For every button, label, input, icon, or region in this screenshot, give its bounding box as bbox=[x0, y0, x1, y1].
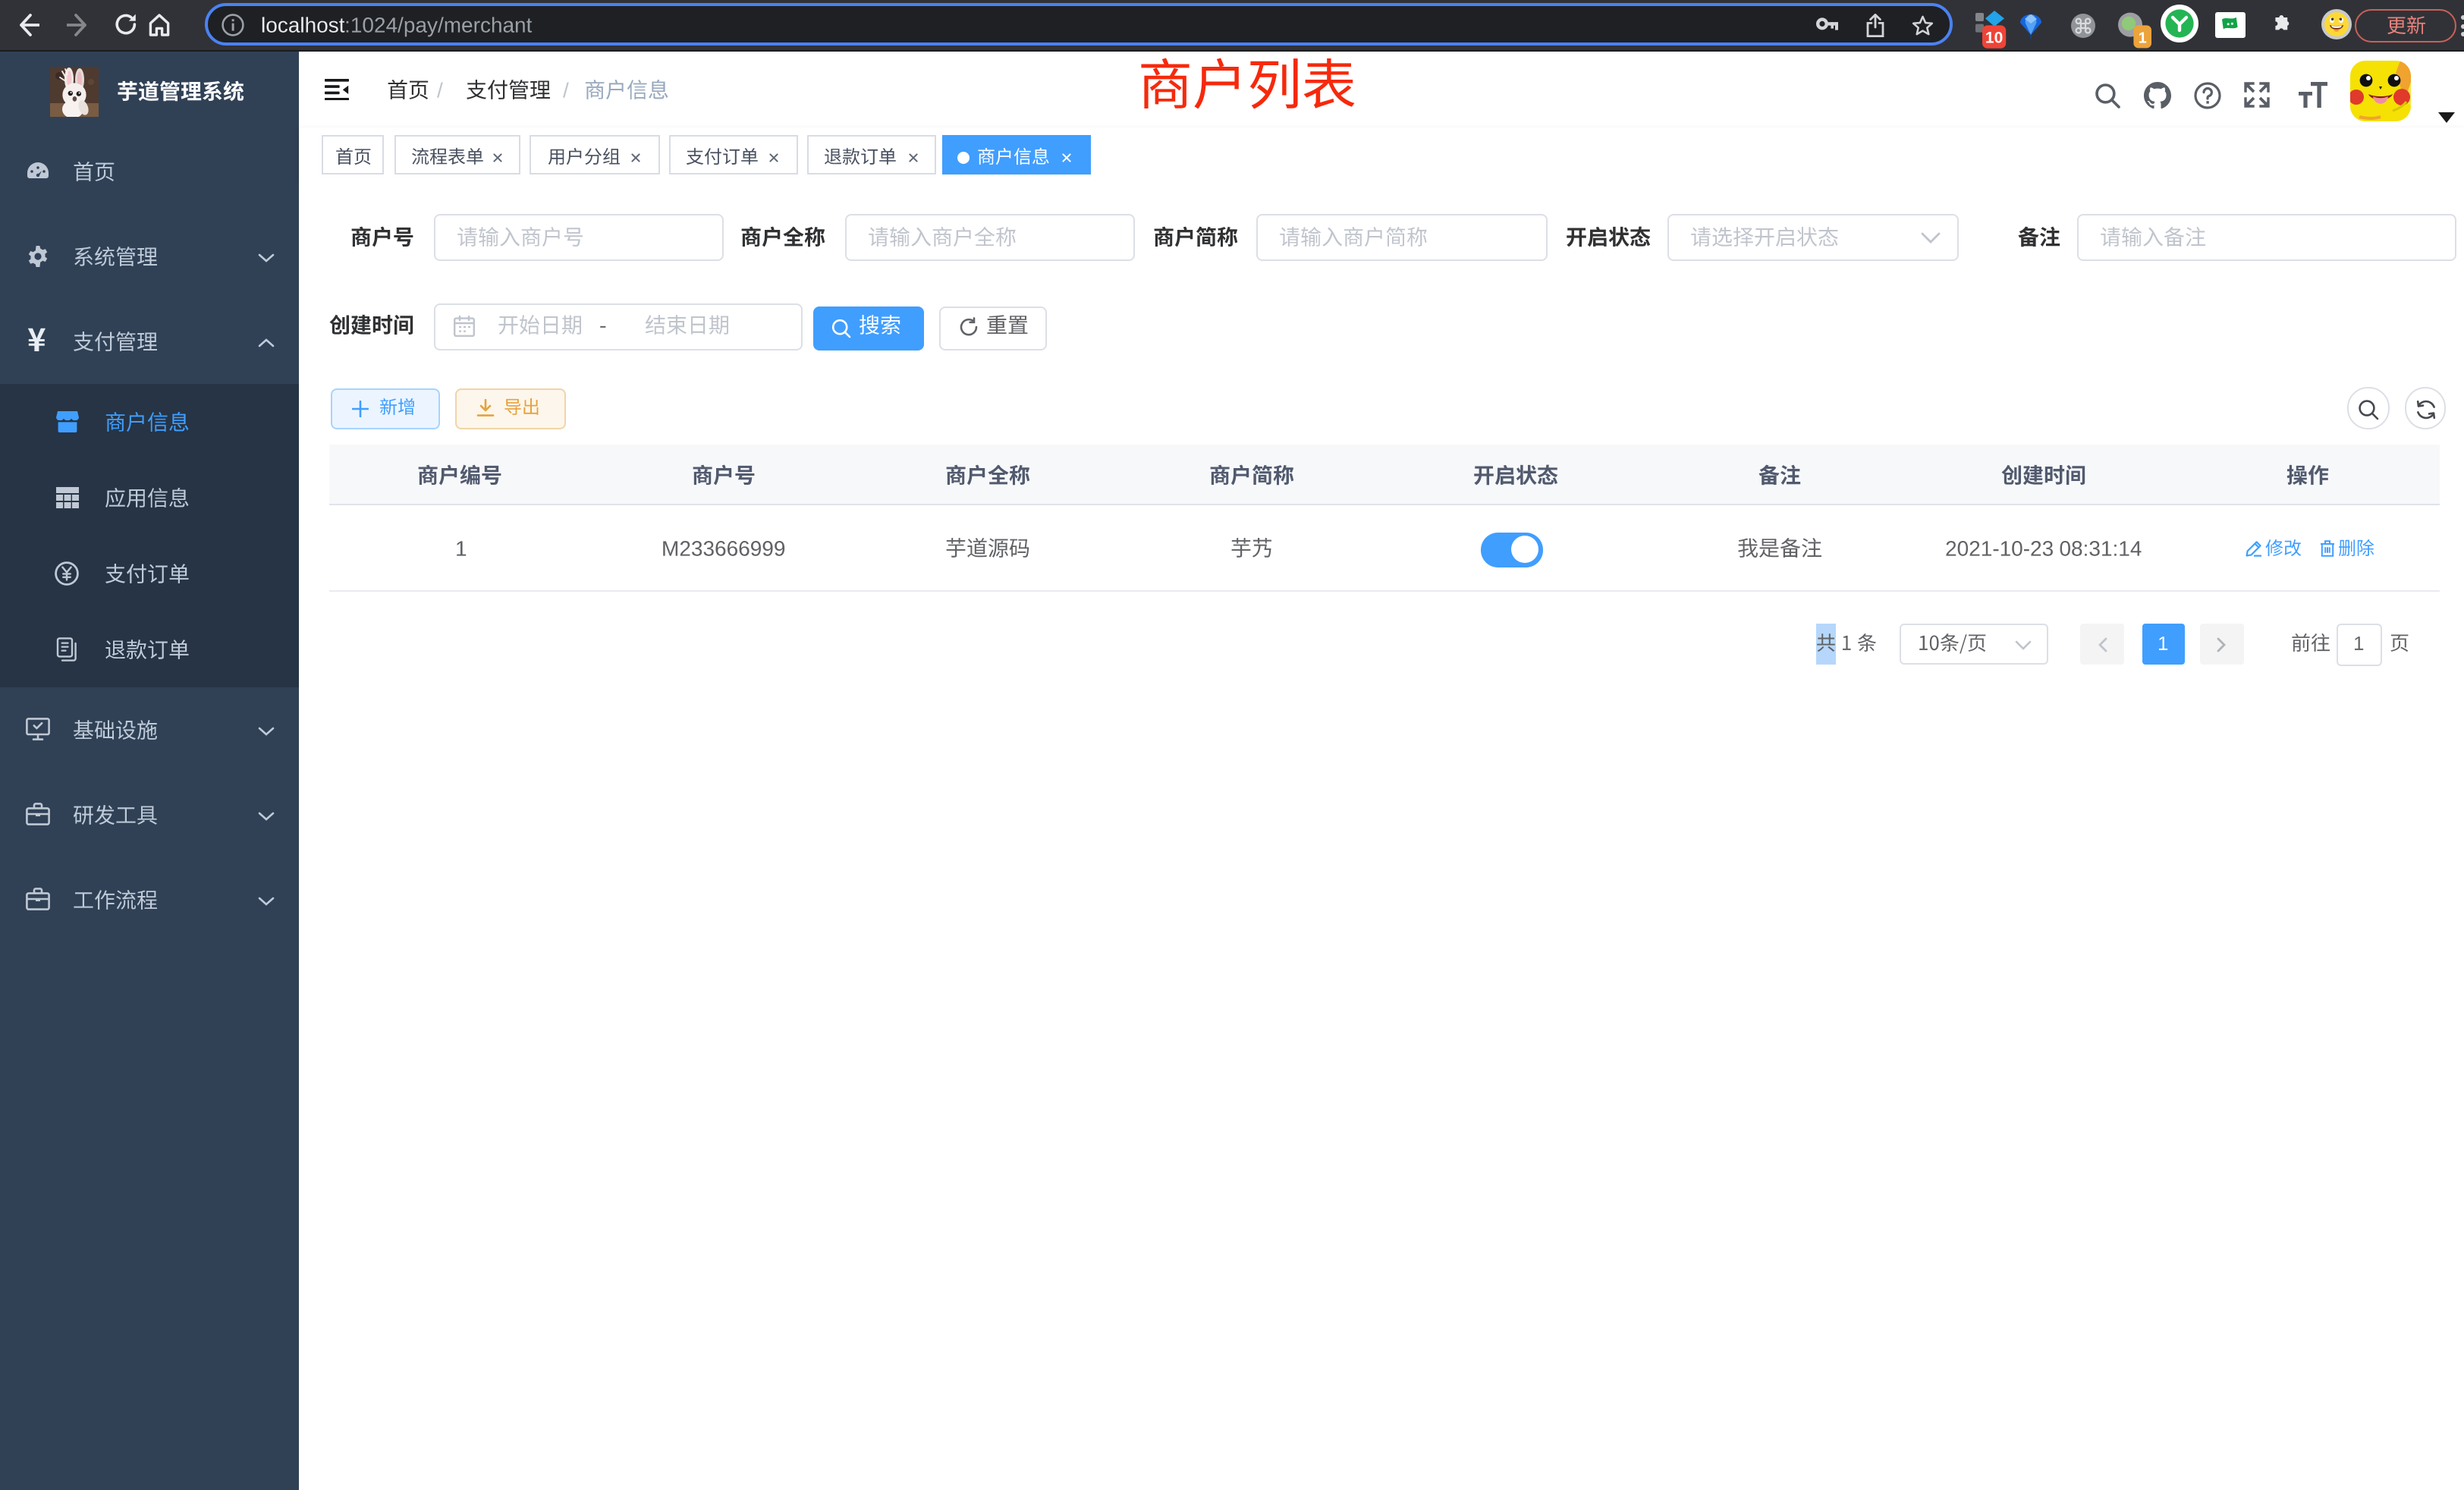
svg-text:10: 10 bbox=[1985, 30, 2002, 47]
svg-text:1: 1 bbox=[2138, 30, 2146, 46]
